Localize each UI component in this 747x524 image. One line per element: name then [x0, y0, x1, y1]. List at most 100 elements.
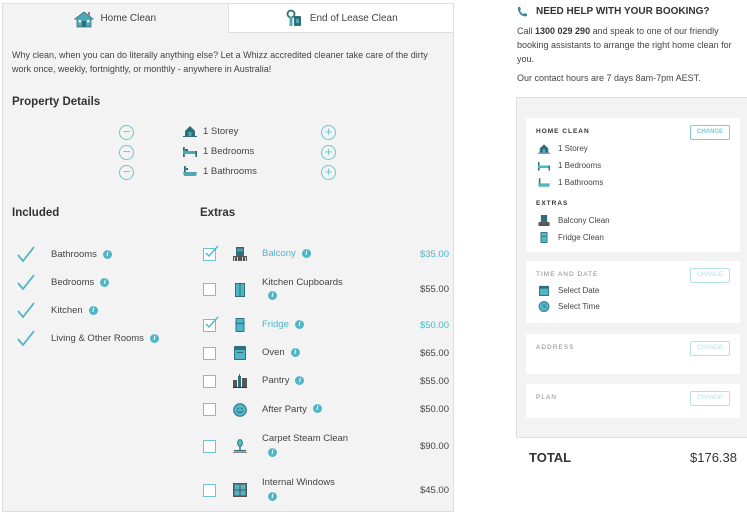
checkmark-icon [205, 245, 219, 257]
extra-label: Balcony [262, 248, 296, 259]
keys-icon [286, 9, 301, 26]
property-row-storey: − 1 Storey + [3, 123, 453, 143]
booking-panel: Home Clean End of Lease Clean Why clean,… [2, 3, 454, 512]
extras-list: Balcony i $35.00 Kitchen Cupboards i $55.0… [201, 240, 449, 512]
extra-checkbox-balcony[interactable] [203, 245, 219, 261]
summary-extra: Balcony Clean [558, 216, 610, 225]
extra-checkbox-after-party[interactable] [203, 403, 216, 416]
info-icon[interactable]: i [268, 491, 277, 501]
extra-price: $50.00 [419, 404, 449, 415]
decrease-storey-button[interactable]: − [119, 125, 134, 140]
info-icon[interactable]: i [268, 291, 277, 301]
summary-address: ADDRESS CHANGE [526, 334, 740, 374]
extra-checkbox-fridge[interactable] [203, 316, 219, 332]
included-item-label: Kitchen [51, 304, 83, 316]
info-icon[interactable]: i [100, 277, 110, 287]
extra-label: Oven [262, 347, 285, 358]
select-time[interactable]: Select Time [558, 302, 600, 311]
tab-end-of-lease[interactable]: End of Lease Clean [227, 4, 453, 33]
extra-item-pantry: Pantry i $55.00 [201, 367, 449, 395]
service-tabs: Home Clean End of Lease Clean [3, 4, 453, 33]
info-icon[interactable]: i [312, 404, 322, 414]
info-icon[interactable]: i [149, 333, 159, 343]
storey-label: 1 Storey [203, 125, 239, 137]
decrease-bathrooms-button[interactable]: − [119, 165, 134, 180]
total-label: TOTAL [529, 450, 572, 465]
extra-item-internal-windows: Internal Windows i $45.00 [201, 468, 449, 512]
oven-icon [234, 346, 246, 360]
select-date[interactable]: Select Date [558, 286, 599, 295]
summary-home-clean: HOME CLEAN CHANGE 1 Storey 1 Bedrooms 1 … [526, 118, 740, 252]
extra-checkbox-kitchen-cupboards[interactable] [203, 283, 216, 296]
change-home-clean-button[interactable]: CHANGE [690, 125, 730, 140]
extra-price: $55.00 [419, 284, 449, 295]
change-time-date-button[interactable]: CHANGE [690, 268, 730, 283]
tab-home-clean[interactable]: Home Clean [3, 4, 228, 33]
bedrooms-label: 1 Bedrooms [203, 145, 255, 157]
extra-checkbox-pantry[interactable] [203, 374, 216, 388]
info-icon[interactable]: i [290, 347, 300, 357]
included-item: Bedrooms i [17, 268, 159, 296]
info-icon[interactable]: i [301, 248, 311, 258]
extra-label: Fridge [262, 319, 289, 330]
extra-checkbox-carpet-steam[interactable] [203, 439, 216, 453]
extra-price: $55.00 [419, 375, 449, 387]
smiley-icon [233, 402, 247, 417]
extra-checkbox-oven[interactable] [203, 346, 216, 360]
balcony-icon [233, 247, 247, 261]
extra-label: Internal Windows [262, 477, 335, 488]
decrease-bedrooms-button[interactable]: − [119, 145, 134, 160]
summary-time-date: TIME AND DATE CHANGE Select Date Select … [526, 261, 740, 323]
help-phone-link[interactable]: 1300 029 290 [535, 26, 590, 36]
bed-icon [538, 162, 550, 171]
included-item: Bathrooms i [17, 240, 159, 268]
extra-item-after-party: After Party i $50.00 [201, 395, 449, 424]
window-icon [233, 483, 247, 497]
pantry-icon [233, 374, 247, 388]
calendar-icon [538, 285, 550, 296]
check-icon [17, 246, 35, 263]
total-bar: TOTAL $176.38 [516, 437, 747, 478]
info-icon[interactable]: i [88, 305, 98, 315]
extra-item-carpet-steam: Carpet Steam Clean i $90.00 [201, 424, 449, 468]
info-icon[interactable]: i [295, 375, 305, 385]
plan-label: PLAN [536, 394, 557, 401]
increase-storey-button[interactable]: + [321, 125, 336, 140]
bath-icon [538, 178, 550, 187]
property-details-title: Property Details [12, 96, 101, 108]
included-title: Included [12, 207, 60, 219]
storey-icon [183, 126, 197, 137]
summary-extra: Fridge Clean [558, 233, 604, 242]
info-icon[interactable]: i [294, 319, 304, 329]
help-section: NEED HELP WITH YOUR BOOKING? Call 1300 0… [517, 4, 747, 84]
summary-plan: PLAN CHANGE [526, 384, 740, 418]
property-row-bedrooms: − 1 Bedrooms + [3, 143, 453, 163]
booking-summary: HOME CLEAN CHANGE 1 Storey 1 Bedrooms 1 … [516, 97, 747, 478]
balcony-icon [538, 215, 550, 226]
check-icon [17, 302, 35, 319]
contact-hours: Our contact hours are 7 days 8am-7pm AES… [517, 73, 701, 83]
change-plan-button[interactable]: CHANGE [690, 391, 730, 406]
extras-title: Extras [200, 207, 236, 219]
info-icon[interactable]: i [102, 249, 112, 259]
extra-label: Kitchen Cupboards [262, 276, 343, 288]
extra-item-fridge: Fridge i $50.00 [201, 311, 449, 339]
cupboard-icon [235, 282, 245, 297]
increase-bathrooms-button[interactable]: + [321, 165, 336, 180]
checkmark-icon [205, 316, 219, 328]
property-details: − 1 Storey + − 1 Bedrooms + − 1 Bathroom… [3, 123, 453, 183]
extra-item-kitchen-cupboards: Kitchen Cupboards i $55.00 [201, 268, 449, 311]
included-item-label: Living & Other Rooms [51, 332, 144, 344]
summary-storey: 1 Storey [558, 144, 588, 153]
bath-icon [183, 166, 197, 176]
extra-label: Carpet Steam Clean [262, 433, 349, 444]
included-item: Kitchen i [17, 296, 159, 324]
extra-label: Pantry [262, 375, 290, 386]
extra-price: $65.00 [419, 347, 449, 359]
extra-checkbox-internal-windows[interactable] [203, 483, 216, 497]
increase-bedrooms-button[interactable]: + [321, 145, 336, 160]
info-icon[interactable]: i [268, 447, 277, 457]
help-title: NEED HELP WITH YOUR BOOKING? [536, 5, 710, 17]
change-address-button[interactable]: CHANGE [690, 341, 730, 356]
extra-label: After Party [262, 403, 307, 415]
